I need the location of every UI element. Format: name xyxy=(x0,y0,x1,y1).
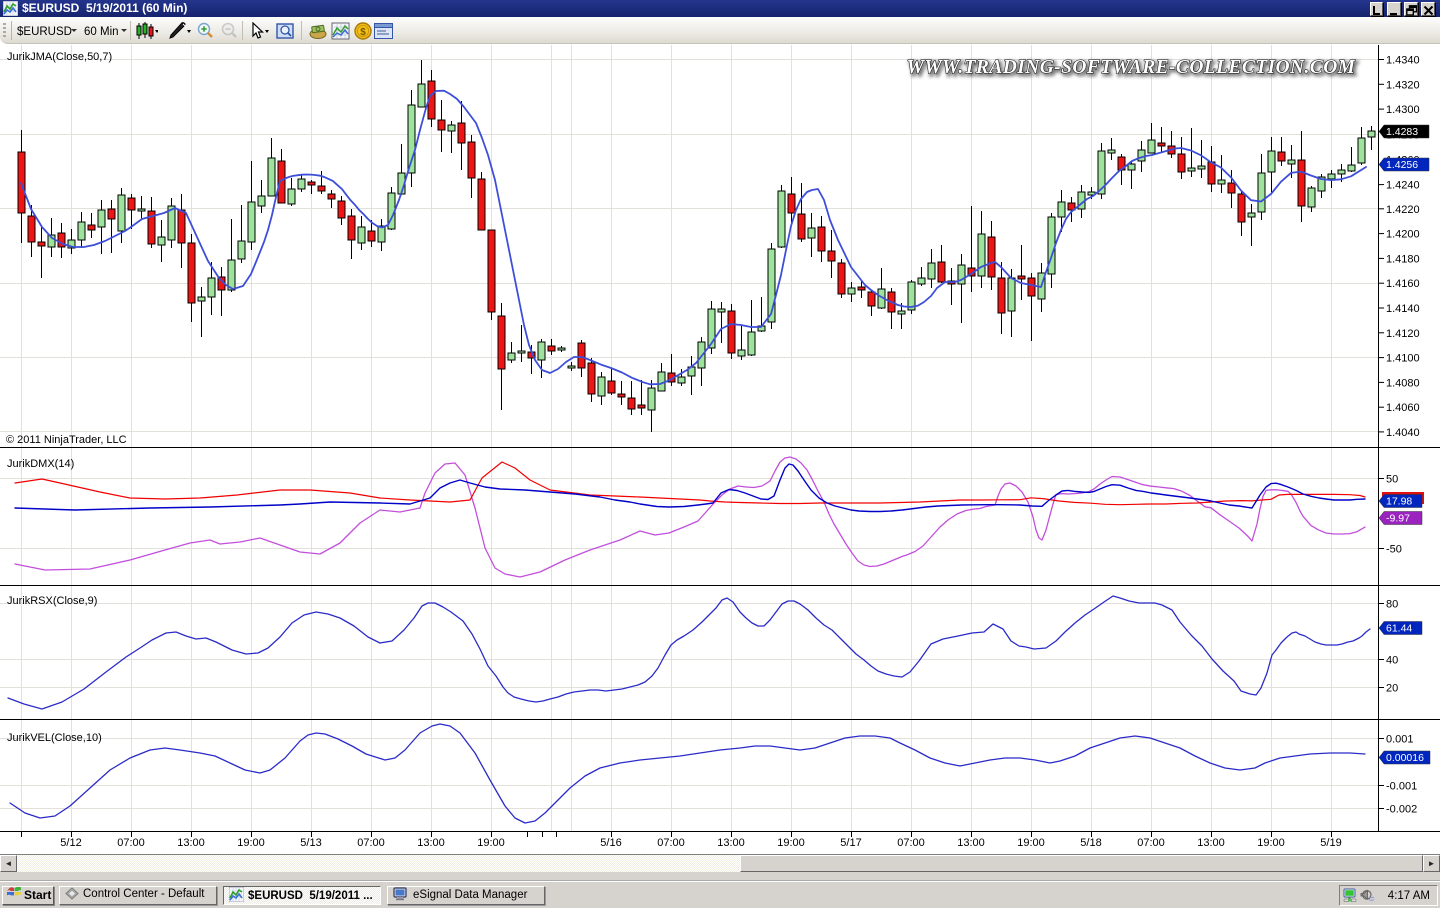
svg-text:13:00: 13:00 xyxy=(1197,837,1225,849)
svg-text:1.4256: 1.4256 xyxy=(1386,159,1418,171)
svg-text:1.4060: 1.4060 xyxy=(1386,402,1420,414)
svg-text:1.4340: 1.4340 xyxy=(1386,55,1420,67)
svg-text:13:00: 13:00 xyxy=(957,837,985,849)
svg-text:1.4300: 1.4300 xyxy=(1386,104,1420,116)
svg-text:JurikRSX(Close,9): JurikRSX(Close,9) xyxy=(7,595,97,607)
svg-text:61.44: 61.44 xyxy=(1386,623,1412,635)
svg-text:07:00: 07:00 xyxy=(657,837,685,849)
svg-text:1.4040: 1.4040 xyxy=(1386,427,1420,439)
svg-text:-9.97: -9.97 xyxy=(1386,513,1410,525)
svg-text:5/18: 5/18 xyxy=(1080,837,1101,849)
svg-text:20: 20 xyxy=(1386,683,1398,695)
svg-text:0.001: 0.001 xyxy=(1386,734,1414,746)
svg-text:19:00: 19:00 xyxy=(477,837,505,849)
svg-text:1.4160: 1.4160 xyxy=(1386,278,1420,290)
svg-text:-50: -50 xyxy=(1386,544,1402,556)
svg-text:1.4283: 1.4283 xyxy=(1386,126,1418,138)
svg-text:1.4320: 1.4320 xyxy=(1386,79,1420,91)
svg-text:1.4240: 1.4240 xyxy=(1386,180,1420,192)
svg-text:© 2011 NinjaTrader, LLC: © 2011 NinjaTrader, LLC xyxy=(6,434,127,446)
svg-text:1.4140: 1.4140 xyxy=(1386,303,1420,315)
svg-text:07:00: 07:00 xyxy=(117,837,145,849)
svg-text:1.4180: 1.4180 xyxy=(1386,253,1420,265)
svg-text:-0.001: -0.001 xyxy=(1386,781,1417,793)
svg-text:WWW.TRADING-SOFTWARE-COLLECTIO: WWW.TRADING-SOFTWARE-COLLECTION.COM xyxy=(907,57,1356,78)
svg-text:07:00: 07:00 xyxy=(897,837,925,849)
svg-text:40: 40 xyxy=(1386,655,1398,667)
svg-text:1.4080: 1.4080 xyxy=(1386,377,1420,389)
svg-text:07:00: 07:00 xyxy=(357,837,385,849)
svg-text:$: $ xyxy=(360,27,366,38)
svg-text:13:00: 13:00 xyxy=(417,837,445,849)
svg-text:1.4120: 1.4120 xyxy=(1386,328,1420,340)
svg-text:19:00: 19:00 xyxy=(1017,837,1045,849)
svg-text:JurikDMX(14): JurikDMX(14) xyxy=(7,458,74,470)
svg-text:5/12: 5/12 xyxy=(60,837,81,849)
svg-text:1.4100: 1.4100 xyxy=(1386,353,1420,365)
svg-text:1.4200: 1.4200 xyxy=(1386,229,1420,241)
svg-text:80: 80 xyxy=(1386,599,1398,611)
svg-text:5/17: 5/17 xyxy=(840,837,861,849)
svg-text:1.4220: 1.4220 xyxy=(1386,204,1420,216)
svg-text:-0.002: -0.002 xyxy=(1386,804,1417,816)
svg-text:19:00: 19:00 xyxy=(777,837,805,849)
svg-text:17.98: 17.98 xyxy=(1386,496,1412,508)
svg-text:JurikJMA(Close,50,7): JurikJMA(Close,50,7) xyxy=(7,51,112,63)
svg-text:5/16: 5/16 xyxy=(600,837,621,849)
svg-text:JurikVEL(Close,10): JurikVEL(Close,10) xyxy=(7,732,102,744)
svg-text:07:00: 07:00 xyxy=(1137,837,1165,849)
svg-text:5/13: 5/13 xyxy=(300,837,321,849)
svg-text:5/19: 5/19 xyxy=(1320,837,1341,849)
svg-text:19:00: 19:00 xyxy=(237,837,265,849)
svg-text:13:00: 13:00 xyxy=(717,837,745,849)
svg-text:13:00: 13:00 xyxy=(177,837,205,849)
svg-text:50: 50 xyxy=(1386,474,1398,486)
svg-text:19:00: 19:00 xyxy=(1257,837,1285,849)
svg-text:0.00016: 0.00016 xyxy=(1386,752,1424,764)
